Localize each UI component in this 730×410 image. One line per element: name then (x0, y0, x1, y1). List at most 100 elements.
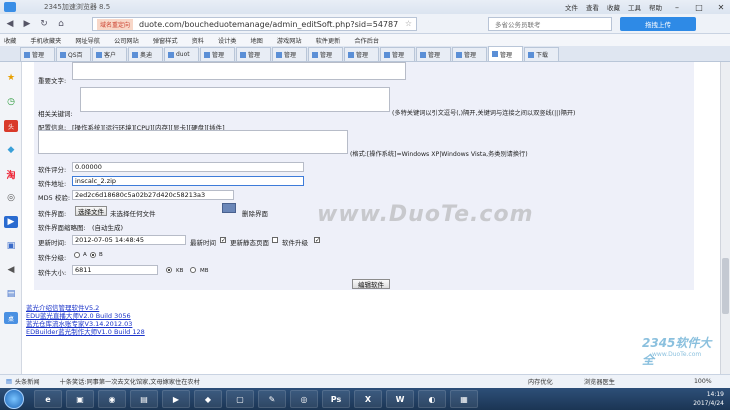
bookmark-updates[interactable]: 软件更新 (316, 36, 341, 45)
menu-view[interactable]: 查看 (586, 2, 599, 12)
video-icon[interactable]: ▶ (4, 216, 18, 228)
taskbar-app-media-icon[interactable]: ▶ (162, 390, 190, 408)
unit-kb-radio[interactable] (166, 267, 172, 273)
taskbar-app-browser-icon[interactable]: ◉ (98, 390, 126, 408)
tab-7[interactable]: 管理 (272, 47, 307, 61)
tab-12[interactable]: 管理 (452, 47, 487, 61)
scrollbar-thumb[interactable] (722, 258, 729, 314)
computer-icon[interactable]: ▣ (4, 240, 18, 252)
important-text-area[interactable] (72, 62, 406, 80)
taskbar-app-excel-icon[interactable]: X (354, 390, 382, 408)
forward-icon[interactable]: ▶ (20, 17, 34, 31)
news-icon[interactable]: 头 (4, 120, 18, 132)
taskbar-app-sheet-icon[interactable]: ▦ (450, 390, 478, 408)
bookmark-design[interactable]: 设计类 (218, 36, 237, 45)
update-static-checkbox[interactable] (272, 237, 278, 243)
desktop-icon[interactable]: 桌 (4, 312, 18, 324)
menu-favorites[interactable]: 收藏 (607, 2, 620, 12)
clock-icon[interactable]: ◷ (4, 96, 18, 108)
software-upgrade-checkbox[interactable]: ✓ (314, 237, 320, 244)
tab-3[interactable]: 奥迪 (128, 47, 163, 61)
news-ticker-text[interactable]: 十条笑话:同事第一次去文化馆家,文母嫁家住在农村 (60, 377, 200, 386)
memory-optimize[interactable]: 内存优化 (528, 377, 553, 386)
address-toolbar: ◀ ▶ ↻ ⌂ 域名重定向 duote.com/boucheduotemanag… (0, 14, 730, 34)
menu-file[interactable]: 文件 (565, 2, 578, 12)
speaker-icon[interactable]: ◀ (4, 264, 18, 276)
delete-interface-text[interactable]: 删除界面 (242, 208, 268, 218)
url-text[interactable]: duote.com/boucheduotemanage/admin_editSo… (139, 20, 398, 29)
news-label[interactable]: 头条新闻 (15, 377, 40, 386)
taskbar-app-folder-icon[interactable]: ▣ (66, 390, 94, 408)
tab-0[interactable]: 管理 (20, 47, 55, 61)
minimize-icon[interactable]: – (670, 1, 684, 13)
address-input[interactable]: inscalc_2.zip (72, 176, 304, 186)
bookmark-popup[interactable]: 弹窗样式 (153, 36, 178, 45)
tab-5[interactable]: 管理 (200, 47, 235, 61)
game-icon[interactable]: ◎ (4, 192, 18, 204)
search-input[interactable]: 多省公务员联考 (488, 17, 612, 31)
edit-software-button[interactable]: 编辑软件 (352, 279, 390, 289)
tab-8[interactable]: 管理 (308, 47, 343, 61)
taskbar-app-chat-icon[interactable]: ◐ (418, 390, 446, 408)
bookmark-map[interactable]: 地图 (251, 36, 263, 45)
taskbar-app-note-icon[interactable]: ✎ (258, 390, 286, 408)
tab-2[interactable]: 客户 (92, 47, 127, 61)
zoom-level[interactable]: 100% (694, 378, 712, 385)
clock-time[interactable]: 14:19 (654, 390, 724, 399)
star-icon[interactable]: ☆ (405, 19, 412, 28)
bookmark-mobile[interactable]: 手机收藏夹 (30, 36, 61, 45)
bookmark-resources[interactable]: 资料 (192, 36, 204, 45)
bookmark-partners[interactable]: 合作后台 (354, 36, 379, 45)
tab-9[interactable]: 管理 (344, 47, 379, 61)
related-link-3[interactable]: EDBuilder蓝光制作大师V1.0 Build 128 (26, 326, 145, 336)
tab-14[interactable]: 下载 (524, 47, 559, 61)
bird-icon[interactable]: ◆ (4, 144, 18, 156)
cloud-upload-button[interactable]: 拖拽上传 (620, 17, 696, 31)
clock-date[interactable]: 2017/4/24 (654, 399, 724, 408)
bookmark-games[interactable]: 游戏网站 (277, 36, 302, 45)
keywords-textarea[interactable] (80, 87, 390, 112)
bookmark-nav[interactable]: 网址导航 (75, 36, 100, 45)
tab-1[interactable]: QS百 (56, 47, 91, 61)
grade-b-radio[interactable] (90, 252, 96, 258)
bookmark-company[interactable]: 公司网站 (114, 36, 139, 45)
home-icon[interactable]: ⌂ (54, 17, 68, 31)
config-textarea[interactable] (38, 130, 348, 154)
start-button[interactable] (4, 389, 24, 409)
tab-10[interactable]: 管理 (380, 47, 415, 61)
tab-6[interactable]: 管理 (236, 47, 271, 61)
choose-file-button[interactable]: 选择文件 (75, 206, 107, 216)
taskbar-app-eye-icon[interactable]: ◎ (290, 390, 318, 408)
url-bar[interactable]: 域名重定向 duote.com/boucheduotemanage/admin_… (92, 17, 417, 31)
taskbar-app-word-icon[interactable]: W (386, 390, 414, 408)
menu-help[interactable]: 帮助 (649, 2, 662, 12)
taskbar-app-explorer-icon[interactable]: ▤ (130, 390, 158, 408)
latest-time-checkbox[interactable]: ✓ (220, 237, 226, 244)
close-icon[interactable]: ✕ (714, 1, 728, 13)
tab-11[interactable]: 管理 (416, 47, 451, 61)
bookmark-favorites[interactable]: 收藏 (4, 36, 16, 45)
tab-label: 管理 (212, 52, 225, 59)
taskbar-app-photoshop-icon[interactable]: Ps (322, 390, 350, 408)
vertical-scrollbar[interactable] (720, 62, 730, 374)
browser-doctor[interactable]: 浏览器医生 (584, 377, 615, 386)
refresh-icon[interactable]: ↻ (37, 17, 51, 31)
maximize-icon[interactable]: □ (692, 1, 706, 13)
taskbar-app-ie-icon[interactable]: e (34, 390, 62, 408)
update-time-input[interactable]: 2012-07-05 14:48:45 (72, 235, 186, 245)
tab-4[interactable]: duot (164, 47, 199, 61)
star-icon[interactable]: ★ (4, 72, 18, 84)
size-input[interactable]: 6811 (72, 265, 158, 275)
taskbar-app-tool-icon[interactable]: ◆ (194, 390, 222, 408)
toolbox-icon[interactable]: ▤ (4, 288, 18, 300)
taskbar-app-window-icon[interactable]: ▢ (226, 390, 254, 408)
unit-mb-radio[interactable] (190, 267, 196, 273)
score-input[interactable]: 0.00000 (72, 162, 304, 172)
md5-input[interactable]: 2ed2c6d18680c5a02b27d420c58213a3 (72, 190, 234, 200)
taobao-icon[interactable]: 淘 (4, 168, 18, 181)
menu-tools[interactable]: 工具 (628, 2, 641, 12)
back-icon[interactable]: ◀ (3, 17, 17, 31)
grade-a-radio[interactable] (74, 252, 80, 258)
thumbnail-value: (自动生成) (92, 224, 124, 232)
tab-13-active[interactable]: 管理 (488, 46, 523, 61)
